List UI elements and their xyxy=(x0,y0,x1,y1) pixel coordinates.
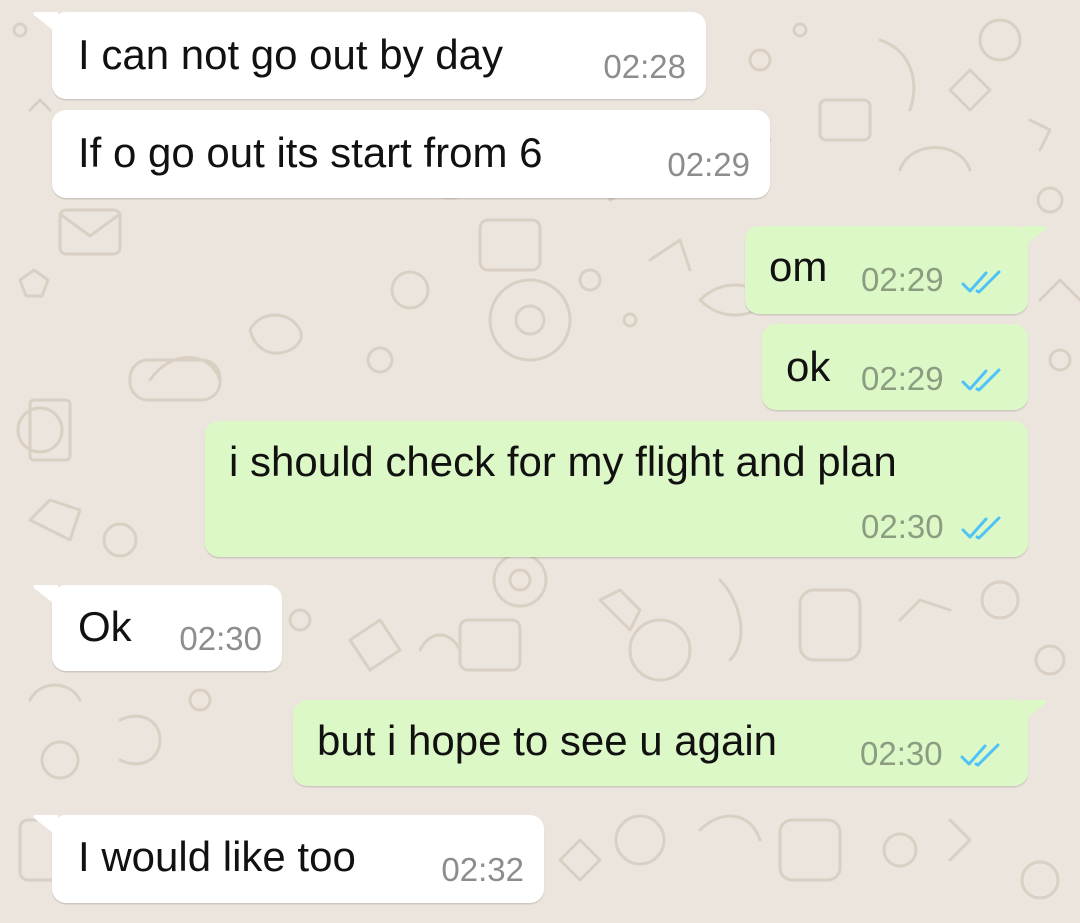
incoming-message-bubble[interactable]: Ok 02:30 xyxy=(33,585,282,671)
message-timestamp: 02:30 xyxy=(179,620,262,657)
outgoing-message-bubble[interactable]: i should check for my flight and plan 02… xyxy=(205,421,1028,557)
message-text: Ok xyxy=(78,603,132,650)
message-timestamp: 02:29 xyxy=(861,261,944,298)
incoming-message-bubble[interactable]: I would like too 02:32 xyxy=(33,815,544,903)
incoming-message-bubble[interactable]: I can not go out by day 02:28 xyxy=(33,12,706,99)
message-text: ok xyxy=(786,343,831,390)
chat-conversation: I can not go out by day 02:28 If o go ou… xyxy=(0,0,1080,923)
outgoing-message-bubble[interactable]: ok 02:29 xyxy=(762,324,1028,410)
message-text: I can not go out by day xyxy=(78,31,503,78)
message-timestamp: 02:29 xyxy=(861,360,944,397)
message-text: i should check for my flight and plan xyxy=(229,438,897,485)
incoming-message-bubble[interactable]: If o go out its start from 6 02:29 xyxy=(52,110,770,198)
bubble-tail xyxy=(1022,700,1047,722)
message-timestamp: 02:28 xyxy=(603,48,686,85)
bubble-tail xyxy=(1022,226,1047,248)
read-double-check-icon xyxy=(960,743,1000,767)
message-timestamp: 02:30 xyxy=(860,735,943,772)
bubble-tail xyxy=(33,815,58,837)
outgoing-message-bubble[interactable]: om 02:29 xyxy=(745,226,1047,314)
message-text: I would like too xyxy=(78,833,356,880)
read-double-check-icon xyxy=(961,516,1001,540)
read-double-check-icon xyxy=(961,368,1001,392)
message-text: If o go out its start from 6 xyxy=(78,129,543,176)
message-text: but i hope to see u again xyxy=(317,717,778,764)
outgoing-message-bubble[interactable]: but i hope to see u again 02:30 xyxy=(293,700,1047,786)
message-text: om xyxy=(769,243,828,290)
read-double-check-icon xyxy=(961,270,1001,294)
message-timestamp: 02:32 xyxy=(441,851,524,888)
bubble-tail xyxy=(33,585,58,607)
message-timestamp: 02:30 xyxy=(861,508,944,545)
message-timestamp: 02:29 xyxy=(667,146,750,183)
bubble-tail xyxy=(33,12,58,34)
